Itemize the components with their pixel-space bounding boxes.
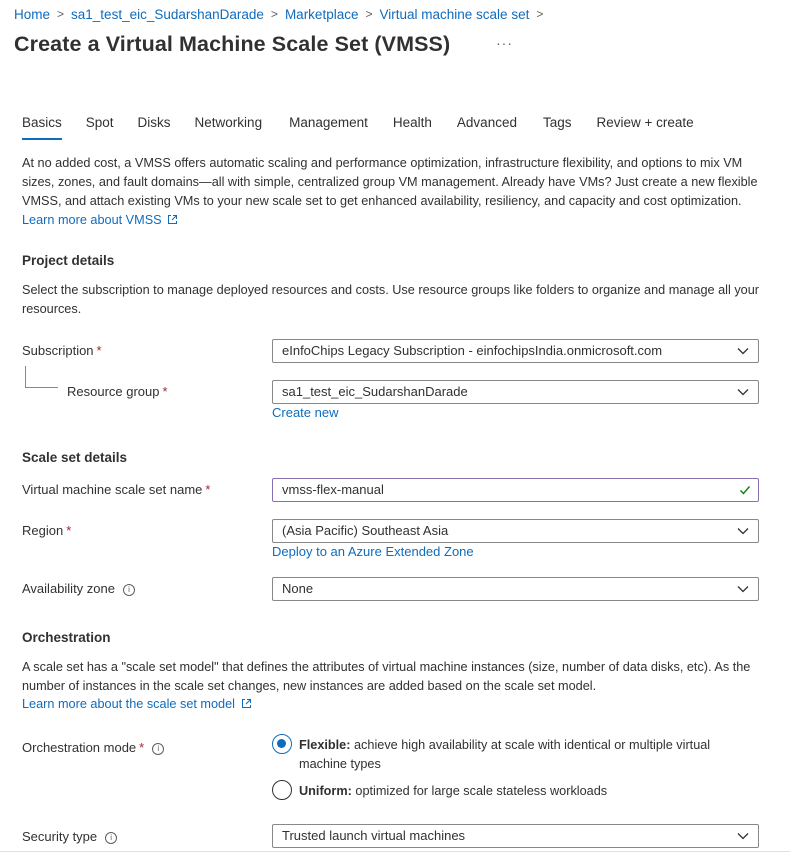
region-dropdown[interactable]: (Asia Pacific) Southeast Asia	[272, 519, 759, 543]
orchestration-mode-label-text: Orchestration mode	[22, 740, 137, 755]
tab-health[interactable]: Health	[393, 115, 432, 140]
availability-zone-value: None	[282, 581, 314, 596]
breadcrumb-vmss[interactable]: Virtual machine scale set	[380, 7, 530, 22]
learn-more-vmss-link[interactable]: Learn more about VMSS	[22, 213, 178, 227]
footer-divider	[0, 851, 790, 852]
region-label-text: Region	[22, 523, 64, 538]
chevron-down-icon	[737, 586, 749, 593]
orchestration-description: A scale set has a "scale set model" that…	[22, 660, 751, 693]
create-new-resource-group-link[interactable]: Create new	[272, 405, 338, 420]
availability-zone-dropdown[interactable]: None	[272, 577, 759, 601]
resource-group-label: Resource group *	[67, 384, 168, 399]
learn-more-vmss-label: Learn more about VMSS	[22, 213, 162, 227]
breadcrumb-separator: >	[57, 7, 65, 21]
more-options-button[interactable]: ···	[496, 35, 513, 51]
info-icon[interactable]: i	[105, 831, 118, 844]
region-label: Region *	[22, 523, 71, 538]
orchestration-flexible-text[interactable]: Flexible: achieve high availability at s…	[299, 736, 749, 774]
chevron-down-icon	[737, 528, 749, 535]
region-value: (Asia Pacific) Southeast Asia	[282, 523, 449, 538]
subscription-label: Subscription *	[22, 343, 102, 358]
subscription-dropdown[interactable]: eInfoChips Legacy Subscription - einfoch…	[272, 339, 759, 363]
required-marker: *	[139, 740, 145, 755]
external-link-icon	[241, 699, 251, 708]
info-icon[interactable]: i	[122, 583, 135, 596]
flexible-description: achieve high availability at scale with …	[299, 738, 711, 771]
external-link-icon	[168, 215, 178, 224]
deploy-extended-zone-link[interactable]: Deploy to an Azure Extended Zone	[272, 544, 474, 559]
security-type-label-text: Security type	[22, 829, 98, 844]
security-type-dropdown[interactable]: Trusted launch virtual machines	[272, 824, 759, 848]
resource-group-dropdown[interactable]: sa1_test_eic_SudarshanDarade	[272, 380, 759, 404]
tree-connector	[25, 366, 58, 388]
tab-spot[interactable]: Spot	[86, 115, 114, 140]
project-details-description: Select the subscription to manage deploy…	[22, 283, 759, 316]
learn-more-scale-set-model-link[interactable]: Learn more about the scale set model	[22, 697, 252, 711]
project-details-heading: Project details	[22, 253, 115, 268]
resource-group-label-text: Resource group	[67, 384, 160, 399]
uniform-title: Uniform:	[299, 784, 352, 798]
breadcrumb-separator: >	[270, 7, 278, 21]
breadcrumb: Home > sa1_test_eic_SudarshanDarade > Ma…	[14, 5, 550, 23]
chevron-down-icon	[737, 348, 749, 355]
tab-disks[interactable]: Disks	[138, 115, 171, 140]
availability-zone-label: Availability zone i	[22, 581, 135, 596]
info-icon[interactable]: i	[152, 742, 165, 755]
breadcrumb-marketplace[interactable]: Marketplace	[285, 7, 359, 22]
orchestration-heading: Orchestration	[22, 630, 111, 645]
resource-group-value: sa1_test_eic_SudarshanDarade	[282, 384, 468, 399]
chevron-down-icon	[737, 389, 749, 396]
scale-set-details-heading: Scale set details	[22, 450, 128, 465]
vmss-name-value: vmss-flex-manual	[282, 482, 384, 497]
security-type-value: Trusted launch virtual machines	[282, 828, 466, 843]
tab-basics[interactable]: Basics	[22, 115, 62, 140]
learn-more-scale-set-model-label: Learn more about the scale set model	[22, 697, 235, 711]
required-marker: *	[205, 482, 211, 497]
required-marker: *	[66, 523, 72, 538]
subscription-value: eInfoChips Legacy Subscription - einfoch…	[282, 343, 663, 358]
tab-tags[interactable]: Tags	[543, 115, 572, 140]
vmss-name-input[interactable]: vmss-flex-manual	[272, 478, 759, 502]
page-title: Create a Virtual Machine Scale Set (VMSS…	[14, 32, 451, 56]
required-marker: *	[162, 384, 168, 399]
vmss-name-label: Virtual machine scale set name *	[22, 482, 210, 497]
tab-management[interactable]: Management	[289, 115, 368, 140]
breadcrumb-resource-group[interactable]: sa1_test_eic_SudarshanDarade	[71, 7, 264, 22]
tab-advanced[interactable]: Advanced	[457, 115, 517, 140]
security-type-label: Security type i	[22, 829, 118, 844]
intro-paragraph: At no added cost, a VMSS offers automati…	[22, 154, 762, 230]
orchestration-mode-label: Orchestration mode * i	[22, 740, 165, 755]
checkmark-icon	[740, 486, 751, 495]
availability-zone-label-text: Availability zone	[22, 581, 115, 596]
intro-text: At no added cost, a VMSS offers automati…	[22, 156, 758, 208]
uniform-description: optimized for large scale stateless work…	[355, 784, 608, 798]
tab-networking[interactable]: Networking	[195, 115, 263, 140]
orchestration-uniform-text[interactable]: Uniform: optimized for large scale state…	[299, 782, 749, 801]
orchestration-uniform-radio[interactable]	[272, 780, 292, 800]
chevron-down-icon	[737, 833, 749, 840]
breadcrumb-home[interactable]: Home	[14, 7, 50, 22]
breadcrumb-separator: >	[365, 7, 373, 21]
subscription-label-text: Subscription	[22, 343, 94, 358]
breadcrumb-separator: >	[536, 7, 544, 21]
flexible-title: Flexible:	[299, 738, 351, 752]
orchestration-flexible-radio[interactable]	[272, 734, 292, 754]
tab-review-create[interactable]: Review + create	[597, 115, 694, 140]
tab-bar: Basics Spot Disks Networking Management …	[22, 115, 694, 140]
required-marker: *	[96, 343, 102, 358]
vmss-name-label-text: Virtual machine scale set name	[22, 482, 203, 497]
